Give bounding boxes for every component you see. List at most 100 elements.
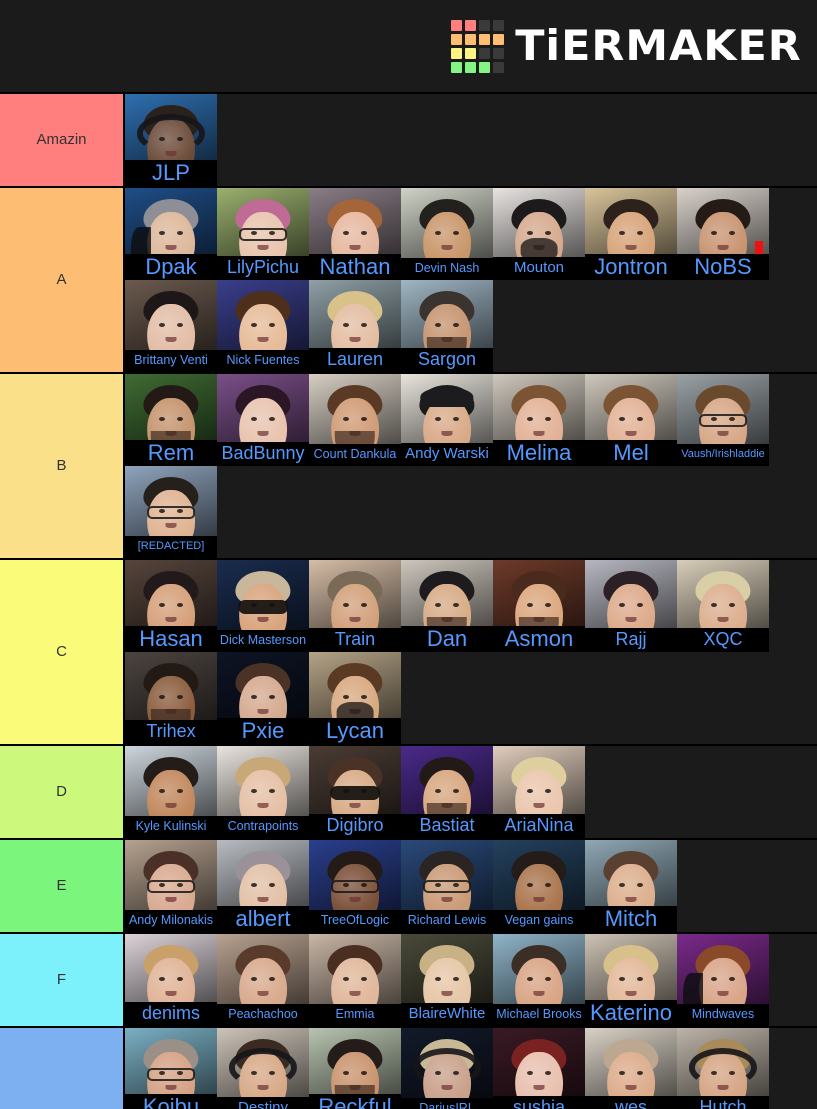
item-label: Devin Nash bbox=[401, 257, 493, 280]
tier-item[interactable]: Richard Lewis bbox=[401, 840, 493, 932]
tier-items-amazin[interactable]: JLP bbox=[125, 94, 817, 186]
tier-label-c[interactable]: C bbox=[0, 560, 125, 744]
tier-item[interactable]: LilyPichu bbox=[217, 188, 309, 280]
tier-item[interactable]: Nathan bbox=[309, 188, 401, 280]
tiermaker-grid-icon bbox=[451, 19, 505, 73]
item-label: wes bbox=[585, 1096, 677, 1109]
tier-item[interactable]: Kyle Kulinski bbox=[125, 746, 217, 838]
tier-item[interactable]: Mitch bbox=[585, 840, 677, 932]
tier-label-d[interactable]: D bbox=[0, 746, 125, 838]
tier-label-b[interactable]: B bbox=[0, 374, 125, 558]
tier-item[interactable]: Dick Masterson bbox=[217, 560, 309, 652]
tier-item[interactable]: XQC bbox=[677, 560, 769, 652]
tier-item[interactable]: Bastiat bbox=[401, 746, 493, 838]
tier-items-e[interactable]: Andy Milonakis albert TreeOfLogic Richard L… bbox=[125, 840, 817, 932]
tier-item[interactable]: Train bbox=[309, 560, 401, 652]
tier-item[interactable]: Reckful bbox=[309, 1028, 401, 1109]
tier-item[interactable]: Mindwaves bbox=[677, 934, 769, 1026]
tier-item[interactable]: NoBS bbox=[677, 188, 769, 280]
tier-label-e[interactable]: E bbox=[0, 840, 125, 932]
tier-item[interactable]: Andy Warski bbox=[401, 374, 493, 466]
item-label: Michael Brooks bbox=[493, 1003, 585, 1026]
tier-item[interactable]: BadBunny bbox=[217, 374, 309, 466]
tier-label-amazin[interactable]: Amazin bbox=[0, 94, 125, 186]
tier-item[interactable]: Jontron bbox=[585, 188, 677, 280]
item-label: Richard Lewis bbox=[401, 909, 493, 932]
tier-items-d[interactable]: Kyle Kulinski Contrapoints Digibro Bastiat A… bbox=[125, 746, 817, 838]
tier-item[interactable]: Michael Brooks bbox=[493, 934, 585, 1026]
item-label: Rem bbox=[125, 439, 217, 466]
tier-item[interactable]: DariusIRL bbox=[401, 1028, 493, 1109]
tier-item[interactable]: Asmon bbox=[493, 560, 585, 652]
tier-item[interactable]: denims bbox=[125, 934, 217, 1026]
tier-item[interactable]: Andy Milonakis bbox=[125, 840, 217, 932]
tier-item[interactable]: Peachachoo bbox=[217, 934, 309, 1026]
tier-item[interactable]: Mel bbox=[585, 374, 677, 466]
tier-items-f[interactable]: denims Peachachoo Emmia BlaireWhite Michael … bbox=[125, 934, 817, 1026]
portrait-image bbox=[401, 1028, 493, 1109]
tier-item[interactable]: Nick Fuentes bbox=[217, 280, 309, 372]
tier-item[interactable]: Vegan gains bbox=[493, 840, 585, 932]
tier-item[interactable]: Koibu bbox=[125, 1028, 217, 1109]
tier-item[interactable]: Count Dankula bbox=[309, 374, 401, 466]
tier-item[interactable]: sushia bbox=[493, 1028, 585, 1109]
item-label: XQC bbox=[677, 628, 769, 652]
item-label: Nathan bbox=[309, 253, 401, 280]
tier-label-no[interactable]: NO bbox=[0, 1028, 125, 1109]
item-label: BlaireWhite bbox=[401, 1003, 493, 1026]
tier-item[interactable]: Lycan bbox=[309, 652, 401, 744]
tier-items-a[interactable]: Dpak LilyPichu Nathan Devin Nash Mouton Jontr… bbox=[125, 188, 817, 372]
tier-item[interactable]: Katerino bbox=[585, 934, 677, 1026]
tier-item[interactable]: Destiny bbox=[217, 1028, 309, 1109]
tier-item[interactable]: Contrapoints bbox=[217, 746, 309, 838]
tier-label-a[interactable]: A bbox=[0, 188, 125, 372]
tier-item[interactable]: albert bbox=[217, 840, 309, 932]
tier-item[interactable]: JLP bbox=[125, 94, 217, 186]
logo-cell-12 bbox=[451, 61, 463, 73]
item-label: Dan bbox=[401, 625, 493, 652]
tier-item[interactable]: Trihex bbox=[125, 652, 217, 744]
tier-item[interactable]: Pxie bbox=[217, 652, 309, 744]
tier-item[interactable]: TreeOfLogic bbox=[309, 840, 401, 932]
tier-item[interactable]: Dan bbox=[401, 560, 493, 652]
tier-label-f[interactable]: F bbox=[0, 934, 125, 1026]
item-label: Count Dankula bbox=[309, 443, 401, 466]
tier-item[interactable]: Devin Nash bbox=[401, 188, 493, 280]
item-label: Bastiat bbox=[401, 814, 493, 838]
tier-item[interactable]: Hutch bbox=[677, 1028, 769, 1109]
tier-item[interactable]: Dpak bbox=[125, 188, 217, 280]
logo-cell-10 bbox=[479, 47, 491, 59]
tier-item[interactable]: Vaush/Irishladdie bbox=[677, 374, 769, 466]
tier-items-c[interactable]: Hasan Dick Masterson Train Dan Asmon Rajj XQC T… bbox=[125, 560, 817, 744]
tier-item[interactable]: Sargon bbox=[401, 280, 493, 372]
item-label: Melina bbox=[493, 439, 585, 466]
tier-item[interactable]: Rem bbox=[125, 374, 217, 466]
item-label: LilyPichu bbox=[217, 256, 309, 280]
item-label: Kyle Kulinski bbox=[125, 815, 217, 838]
tier-items-b[interactable]: Rem BadBunny Count Dankula Andy Warski Melin… bbox=[125, 374, 817, 558]
tier-items-no[interactable]: Koibu Destiny Reckful DariusIRL sushia wes Hut… bbox=[125, 1028, 817, 1109]
tier-item[interactable]: Hasan bbox=[125, 560, 217, 652]
tier-row: C Hasan Dick Masterson Train Dan Asmon Rajj XQC… bbox=[0, 558, 817, 744]
tier-item[interactable]: Emmia bbox=[309, 934, 401, 1026]
tier-item[interactable]: Digibro bbox=[309, 746, 401, 838]
tier-item[interactable]: Lauren bbox=[309, 280, 401, 372]
item-label: Andy Milonakis bbox=[125, 909, 217, 932]
tier-item[interactable]: Brittany Venti bbox=[125, 280, 217, 372]
item-label: Mel bbox=[585, 439, 677, 466]
tier-item[interactable]: BlaireWhite bbox=[401, 934, 493, 1026]
item-label: AriaNina bbox=[493, 814, 585, 838]
tier-item[interactable]: Rajj bbox=[585, 560, 677, 652]
logo-cell-4 bbox=[451, 33, 463, 45]
tiermaker-logo[interactable]: TiERMAKER bbox=[451, 19, 801, 73]
item-thumbnail bbox=[401, 1028, 493, 1109]
tier-item[interactable]: Mouton bbox=[493, 188, 585, 280]
tier-item[interactable]: AriaNina bbox=[493, 746, 585, 838]
item-label: Koibu bbox=[125, 1093, 217, 1109]
tier-item[interactable]: wes bbox=[585, 1028, 677, 1109]
logo-cell-8 bbox=[451, 47, 463, 59]
tier-item[interactable]: [REDACTED] bbox=[125, 466, 217, 558]
item-label: Jontron bbox=[585, 253, 677, 280]
item-label: Destiny bbox=[217, 1097, 309, 1109]
tier-item[interactable]: Melina bbox=[493, 374, 585, 466]
